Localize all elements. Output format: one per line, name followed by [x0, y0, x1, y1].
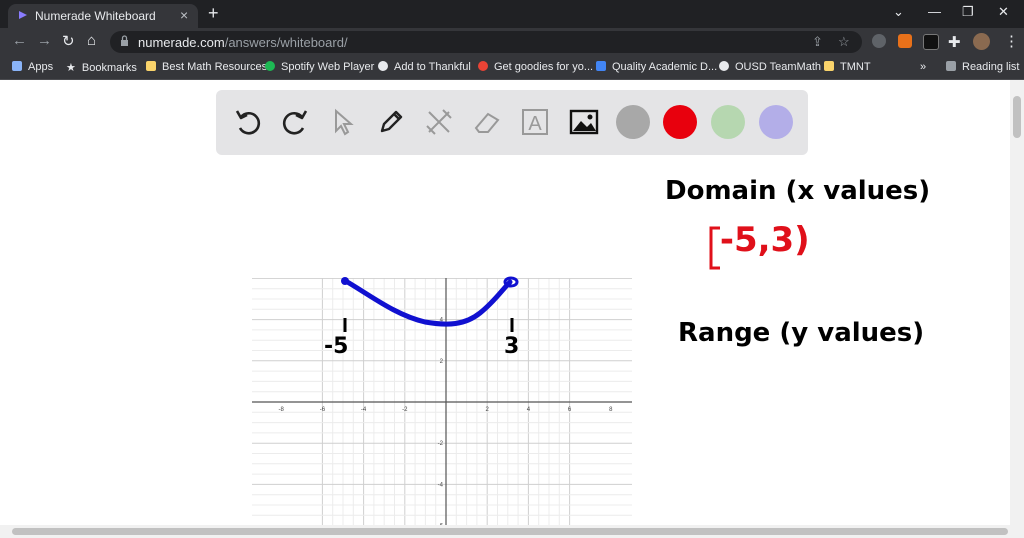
tab-close-icon[interactable]: × [180, 7, 188, 23]
bookmark-ousd[interactable]: OUSD TeamMath [719, 61, 821, 73]
extension-icon[interactable] [923, 34, 939, 50]
browser-tab[interactable]: Numerade Whiteboard × [8, 4, 198, 28]
bookmark-tmnt[interactable]: TMNT [824, 61, 871, 73]
domain-answer: -5,3) [708, 220, 810, 260]
reload-icon[interactable]: ↻ [62, 32, 75, 50]
bookmark-math-resources[interactable]: Best Math Resources [146, 61, 267, 73]
folder-icon [146, 61, 156, 71]
star-icon: ★ [66, 62, 76, 74]
bookmark-spotify[interactable]: Spotify Web Player [265, 61, 374, 73]
bookmarks-bar: Apps ★ Bookmarks Best Math Resources Spot… [0, 56, 1024, 80]
spotify-icon [265, 61, 275, 71]
bookmarks-overflow[interactable]: » [920, 61, 926, 73]
bookmark-star-icon[interactable]: ☆ [838, 34, 850, 50]
undo-icon[interactable] [232, 106, 264, 138]
reading-list[interactable]: Reading list [946, 61, 1019, 73]
label-three: 3 [504, 334, 520, 359]
horizontal-scrollbar[interactable] [0, 525, 1024, 538]
minimize-button[interactable]: — [928, 4, 941, 19]
eraser-icon[interactable] [471, 106, 503, 138]
avatar[interactable] [973, 33, 990, 50]
text-icon[interactable]: A [519, 106, 551, 138]
chrome-icon [478, 61, 488, 71]
domain-title: Domain (x values) [665, 176, 931, 206]
menu-icon[interactable]: ⋮ [1004, 32, 1019, 50]
image-icon[interactable] [568, 106, 600, 138]
bookmark-thankful[interactable]: Add to Thankful [378, 61, 471, 73]
forward-icon[interactable]: → [37, 32, 52, 49]
puzzle-icon[interactable]: ✚ [948, 33, 961, 51]
bookmark-apps[interactable]: Apps [12, 61, 53, 73]
y-tick-label: -4 [438, 482, 444, 488]
bookmark-quality-academic[interactable]: Quality Academic D... [596, 61, 717, 73]
bookmark-goodies[interactable]: Get goodies for yo... [478, 61, 593, 73]
tab-search-icon[interactable]: ⌄ [893, 4, 904, 20]
label-minus-five: -5 [324, 334, 349, 359]
range-title: Range (y values) [678, 318, 925, 348]
back-icon[interactable]: ← [12, 32, 27, 49]
numerade-logo-icon [19, 11, 27, 19]
pointer-icon[interactable] [327, 106, 359, 138]
color-gray[interactable] [616, 105, 650, 139]
reading-list-icon [946, 61, 956, 71]
home-icon[interactable]: ⌂ [87, 32, 96, 49]
y-tick-label: -2 [438, 441, 444, 447]
browser-toolbar: ← → ↻ ⌂ numerade.com/answers/whiteboard/… [0, 28, 1024, 56]
vertical-scrollbar[interactable] [1010, 80, 1024, 525]
scrollbar-thumb[interactable] [12, 528, 1008, 535]
new-tab-button[interactable]: + [208, 3, 219, 24]
globe-icon [378, 61, 388, 71]
apps-grid-icon [12, 61, 22, 71]
x-tick-label: -8 [279, 407, 285, 413]
x-tick-label: -4 [361, 407, 367, 413]
address-bar[interactable]: numerade.com/answers/whiteboard/ ⇪ ☆ [110, 31, 862, 53]
pen-icon[interactable] [375, 106, 407, 138]
redo-icon[interactable] [279, 106, 311, 138]
share-icon[interactable]: ⇪ [812, 34, 823, 50]
calendar-icon [596, 61, 606, 71]
tools-icon[interactable] [423, 106, 455, 138]
color-red[interactable] [663, 105, 697, 139]
close-window-button[interactable]: ✕ [998, 4, 1009, 20]
y-tick-label: 2 [440, 359, 444, 365]
text-tool-glyph: A [528, 113, 542, 135]
color-purple[interactable] [759, 105, 793, 139]
bookmark-bookmarks[interactable]: ★ Bookmarks [66, 61, 137, 74]
extension-icon[interactable] [872, 34, 886, 48]
color-green[interactable] [711, 105, 745, 139]
scrollbar-thumb[interactable] [1013, 96, 1021, 138]
coordinate-grid: -8-6-4-22468842-2-4-6 [252, 278, 632, 526]
extension-icon[interactable] [898, 34, 912, 48]
tab-title: Numerade Whiteboard [35, 9, 156, 23]
x-tick-label: -2 [402, 407, 408, 413]
url-text: numerade.com/answers/whiteboard/ [138, 35, 348, 50]
browser-tab-strip: Numerade Whiteboard × + ⌄ — ❐ ✕ [0, 0, 1024, 28]
x-tick-label: -6 [320, 407, 326, 413]
whiteboard-toolbar: A [216, 90, 808, 155]
y-tick-label: 4 [440, 318, 444, 324]
restore-button[interactable]: ❐ [962, 4, 974, 20]
folder-icon [824, 61, 834, 71]
lock-icon [121, 35, 128, 46]
globe-icon [719, 61, 729, 71]
